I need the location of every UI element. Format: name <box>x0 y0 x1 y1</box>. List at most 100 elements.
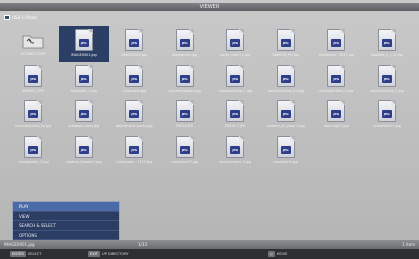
status-filename: IMAGE0001.jpg <box>4 242 35 247</box>
file-label: mountainview_2a.jpg <box>267 88 304 93</box>
file-tile[interactable]: JPG cutproduct7.jpg <box>160 133 211 169</box>
file-tile[interactable]: JPG Classroom - 1110.jpg <box>109 133 160 169</box>
window-title: VIEWER <box>0 3 419 11</box>
drive-icon <box>4 15 10 20</box>
file-type-badge: JPG <box>230 145 241 154</box>
file-label: casualwater_2.jpg <box>17 159 49 164</box>
image-file-icon: JPG <box>74 100 93 122</box>
file-type-badge: JPG <box>280 39 291 47</box>
file-tile[interactable]: JPG seminarroom 2.jpg <box>210 133 261 169</box>
file-label: mountainview_3.jpg <box>319 88 354 93</box>
image-file-icon: JPG <box>24 100 43 122</box>
file-type-badge: JPG <box>331 74 342 83</box>
file-tile[interactable]: JPG Snapshot_1.jpg <box>59 62 110 98</box>
image-file-icon: JPG <box>226 29 245 51</box>
hint-move: ◇ MOVE <box>268 249 287 259</box>
file-tile[interactable]: JPG mountain4.jpg <box>261 133 312 169</box>
file-type-badge: JPG <box>129 74 140 83</box>
image-file-icon: JPG <box>276 64 295 87</box>
hint-up-directory: EXIT UP DIRECTORY <box>88 249 129 259</box>
file-tile[interactable]: JPG mountainview_3.jpg <box>311 62 362 98</box>
context-menu: PLAY VIEW SEARCH & SELECT OPTIONS <box>12 201 120 241</box>
file-tile[interactable]: JPG capture_lessons7.jpg <box>59 133 110 169</box>
path-breadcrumb: USB 1:Photo <box>4 13 124 22</box>
file-label: IMAGE0002.jpg <box>121 53 148 57</box>
file-type-badge: JPG <box>230 39 241 47</box>
file-tile[interactable]: JPG IMAGE0002.jpg <box>109 26 160 62</box>
file-label: Snapshot_1.jpg <box>70 88 97 93</box>
file-type-badge: JPG <box>331 110 342 118</box>
file-label: diagram1a.jpg <box>172 53 198 57</box>
file-tile[interactable]: JPG IMAGE2_SPG <box>8 62 59 98</box>
file-tile[interactable]: JPG adjustment (cam).jpg <box>109 97 160 133</box>
file-label: summergarden.jpg <box>168 88 201 93</box>
file-type-badge: JPG <box>28 145 39 154</box>
file-label: outdoors (sea).jpg <box>68 124 100 128</box>
file-label: adjustment (cam).jpg <box>115 124 153 128</box>
file-type-badge: JPG <box>230 110 241 118</box>
file-tile[interactable]: JPG cover (cam) 1.jpg <box>210 26 261 62</box>
file-tile[interactable]: JPG room-ng17.jpg <box>311 97 362 133</box>
file-type-badge: JPG <box>280 110 291 118</box>
file-type-badge: JPG <box>129 110 140 118</box>
file-label: IMAGE0001.jpg <box>70 53 97 57</box>
file-tile[interactable]: JPG mountainview_2a.jpg <box>261 62 312 98</box>
file-label: mountainview_5a.jpg <box>15 124 52 128</box>
path-label: USB 1:Photo <box>12 15 37 20</box>
file-tile[interactable]: JPG mountainview_5.jpg <box>362 62 413 98</box>
file-tile[interactable]: JPG mountainview 1.jpg <box>210 62 261 98</box>
file-label: seminarroom 2.jpg <box>219 159 252 164</box>
image-file-icon: JPG <box>276 29 295 51</box>
menu-item[interactable]: OPTIONS <box>13 231 119 240</box>
image-file-icon: JPG <box>74 135 93 158</box>
file-tile[interactable]: JPG IMAGE0001.jpg <box>58 26 109 62</box>
file-type-badge: JPG <box>381 110 392 118</box>
exit-key-icon: EXIT <box>88 251 100 257</box>
image-file-icon: JPG <box>74 64 93 87</box>
file-tile[interactable]: JPG diagram1a.jpg <box>160 26 211 62</box>
file-type-badge: JPG <box>179 74 190 83</box>
file-type-badge: JPG <box>78 110 89 118</box>
image-file-icon: JPG <box>226 100 245 122</box>
image-file-icon: JPG <box>24 64 43 87</box>
file-tile[interactable]: JPG Classroom.jpg <box>109 62 160 98</box>
file-type-badge: JPG <box>381 39 392 47</box>
file-tile[interactable]: JPG outdoors (sea).jpg <box>59 97 110 133</box>
file-tile[interactable]: JPG DANS76_PG.jpg <box>261 26 312 62</box>
file-label: UP DIRECTORY <box>20 52 46 56</box>
file-tile[interactable]: JPG P0016.JPG <box>160 97 211 133</box>
hint-move-label: MOVE <box>276 252 288 256</box>
file-label: capture_lessons7.jpg <box>65 159 102 164</box>
dpad-icon: ◇ <box>268 251 275 257</box>
file-tile[interactable]: JPG summergarden.jpg <box>160 62 211 98</box>
file-tile[interactable]: JPG Satellite_c_1.2t.jpg <box>362 26 413 62</box>
file-type-badge: JPG <box>129 145 140 154</box>
file-tile[interactable]: JPG eventmax - 2017.jpg <box>311 26 362 62</box>
image-file-icon: JPG <box>377 64 396 87</box>
menu-item[interactable]: VIEW <box>13 212 119 221</box>
file-tile[interactable]: JPG P0016 2.JPG <box>210 97 261 133</box>
image-file-icon: JPG <box>276 135 295 158</box>
hint-bar: ENTER SELECT EXIT UP DIRECTORY ◇ MOVE <box>0 249 419 259</box>
file-type-badge: JPG <box>28 110 39 118</box>
file-tile[interactable]: JPG carrollside11.jpg <box>362 97 413 133</box>
file-tile[interactable]: JPG casualwater_2.jpg <box>8 133 59 169</box>
up-directory-tile[interactable]: UP DIRECTORY <box>8 26 59 62</box>
file-tile[interactable]: JPG mountainview_5a.jpg <box>8 97 59 133</box>
file-label: camera_ex_pose 2.jpg <box>266 124 305 128</box>
file-label: carrollside11.jpg <box>372 124 401 128</box>
image-file-icon: JPG <box>125 135 144 158</box>
file-label: eventmax - 2017.jpg <box>318 53 354 57</box>
file-label: mountainview 1.jpg <box>218 88 253 93</box>
file-label: P0016 2.JPG <box>224 124 246 128</box>
hint-up-directory-label: UP DIRECTORY <box>102 252 129 256</box>
image-file-icon: JPG <box>327 100 346 122</box>
file-label: room-ng17.jpg <box>323 124 349 128</box>
file-tile[interactable]: JPG camera_ex_pose 2.jpg <box>261 97 312 133</box>
menu-item[interactable]: PLAY <box>13 202 119 212</box>
file-type-badge: JPG <box>280 145 291 154</box>
menu-item[interactable]: SEARCH & SELECT <box>13 221 119 231</box>
file-type-badge: JPG <box>179 110 190 118</box>
image-file-icon: JPG <box>226 64 245 87</box>
file-label: cover (cam) 1.jpg <box>220 53 251 57</box>
